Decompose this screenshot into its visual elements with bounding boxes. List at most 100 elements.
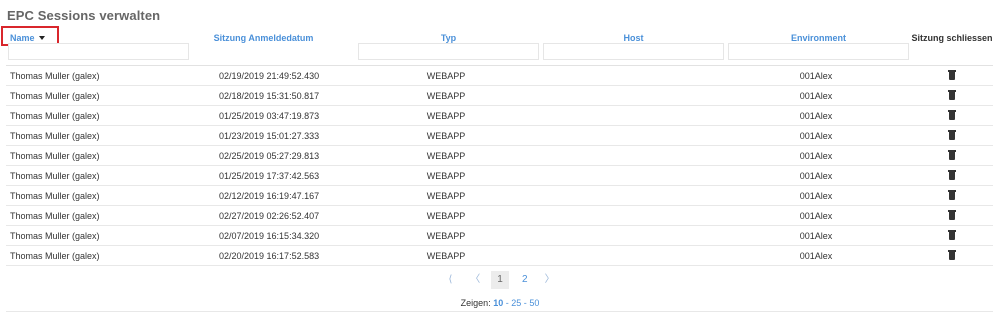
page-size-25[interactable]: 25 [511,298,521,308]
trash-icon[interactable] [948,210,956,220]
cell-close [911,226,993,246]
cell-typ: WEBAPP [426,151,466,161]
table-row[interactable]: Thomas Muller (galex) 02/27/2019 02:26:52… [6,206,993,226]
column-date: Sitzung Anmeldedatum [171,26,356,66]
table-row[interactable]: Thomas Muller (galex) 02/12/2019 16:19:47… [6,186,993,206]
cell-environment: 001Alex [799,131,833,141]
next-page-button[interactable]: 〉 [541,271,559,289]
cell-name: Thomas Muller (galex) [10,191,100,201]
column-close: Sitzung schliessen [911,26,993,66]
cell-typ: WEBAPP [426,191,466,201]
cell-host [541,126,721,146]
cell-date: 02/25/2019 05:27:29.813 [219,151,320,161]
trash-icon[interactable] [948,90,956,100]
cell-name: Thomas Muller (galex) [10,131,100,141]
cell-typ: WEBAPP [426,71,466,81]
trash-icon[interactable] [948,230,956,240]
cell-host [541,86,721,106]
typ-filter-input[interactable] [358,43,539,60]
cell-date: 02/07/2019 16:15:34.320 [219,231,320,241]
column-name: Name [1,26,191,66]
cell-host [541,106,721,126]
cell-environment: 001Alex [799,171,833,181]
table-row[interactable]: Thomas Muller (galex) 02/19/2019 21:49:52… [6,66,993,86]
cell-date: 02/19/2019 21:49:52.430 [219,71,320,81]
name-filter-input[interactable] [8,43,189,60]
host-filter-input[interactable] [543,43,724,60]
column-environment: Environment [726,26,911,66]
trash-icon[interactable] [948,110,956,120]
table-row[interactable]: Thomas Muller (galex) 01/25/2019 17:37:42… [6,166,993,186]
cell-host [541,166,721,186]
pagination: ⟨ 〈 1 2 〉 [0,271,1000,289]
trash-icon[interactable] [948,170,956,180]
trash-icon[interactable] [948,130,956,140]
cell-date: 01/25/2019 17:37:42.563 [219,171,320,181]
cell-date: 02/27/2019 02:26:52.407 [219,211,320,221]
grid-header: Name Sitzung Anmeldedatum Typ Host Envir… [1,26,993,66]
cell-date: 01/23/2019 15:01:27.333 [219,131,320,141]
column-typ-header[interactable]: Typ [356,33,541,43]
cell-close [911,146,993,166]
trash-icon[interactable] [948,70,956,80]
cell-environment: 001Alex [799,91,833,101]
footer-divider [6,311,993,312]
cell-name: Thomas Muller (galex) [10,71,100,81]
cell-close [911,206,993,226]
cell-name: Thomas Muller (galex) [10,211,100,221]
cell-name: Thomas Muller (galex) [10,171,100,181]
page-title: EPC Sessions verwalten [7,8,161,23]
cell-date: 02/12/2019 16:19:47.167 [219,191,320,201]
cell-date: 02/18/2019 15:31:50.817 [219,91,320,101]
trash-icon[interactable] [948,250,956,260]
trash-icon[interactable] [948,190,956,200]
cell-environment: 001Alex [799,111,833,121]
cell-host [541,226,721,246]
cell-typ: WEBAPP [426,91,466,101]
environment-filter-input[interactable] [728,43,909,60]
cell-close [911,86,993,106]
cell-date: 01/25/2019 03:47:19.873 [219,111,320,121]
prev-page-button[interactable]: 〈 [466,271,484,289]
table-row[interactable]: Thomas Muller (galex) 02/18/2019 15:31:50… [6,86,993,106]
trash-icon[interactable] [948,150,956,160]
column-close-header: Sitzung schliessen [911,33,993,43]
table-row[interactable]: Thomas Muller (galex) 02/25/2019 05:27:29… [6,146,993,166]
first-page-button[interactable]: ⟨ [441,271,459,289]
table-row[interactable]: Thomas Muller (galex) 02/20/2019 16:17:52… [6,246,993,266]
cell-close [911,106,993,126]
cell-close [911,246,993,266]
cell-host [541,246,721,266]
page-1-button[interactable]: 1 [491,271,509,289]
column-host: Host [541,26,726,66]
page-2-button[interactable]: 2 [516,271,534,289]
cell-name: Thomas Muller (galex) [10,111,100,121]
cell-typ: WEBAPP [426,131,466,141]
page-size-10[interactable]: 10 [493,298,503,308]
cell-close [911,66,993,86]
table-row[interactable]: Thomas Muller (galex) 02/07/2019 16:15:34… [6,226,993,246]
cell-environment: 001Alex [799,251,833,261]
page-size-50[interactable]: 50 [529,298,539,308]
cell-name: Thomas Muller (galex) [10,151,100,161]
cell-environment: 001Alex [799,191,833,201]
column-host-header[interactable]: Host [541,33,726,43]
sessions-grid: Name Sitzung Anmeldedatum Typ Host Envir… [1,26,993,266]
page-size-selector: Zeigen: 10 - 25 - 50 [460,298,540,308]
column-environment-header[interactable]: Environment [726,33,911,43]
cell-close [911,126,993,146]
cell-host [541,206,721,226]
cell-typ: WEBAPP [426,231,466,241]
cell-typ: WEBAPP [426,211,466,221]
cell-close [911,186,993,206]
grid-body: Thomas Muller (galex) 02/19/2019 21:49:52… [6,66,993,266]
cell-name: Thomas Muller (galex) [10,91,100,101]
page-size-label: Zeigen: [460,298,491,308]
column-date-header[interactable]: Sitzung Anmeldedatum [171,33,356,43]
cell-environment: 001Alex [799,231,833,241]
cell-typ: WEBAPP [426,251,466,261]
cell-close [911,166,993,186]
table-row[interactable]: Thomas Muller (galex) 01/23/2019 15:01:27… [6,126,993,146]
table-row[interactable]: Thomas Muller (galex) 01/25/2019 03:47:19… [6,106,993,126]
cell-host [541,146,721,166]
